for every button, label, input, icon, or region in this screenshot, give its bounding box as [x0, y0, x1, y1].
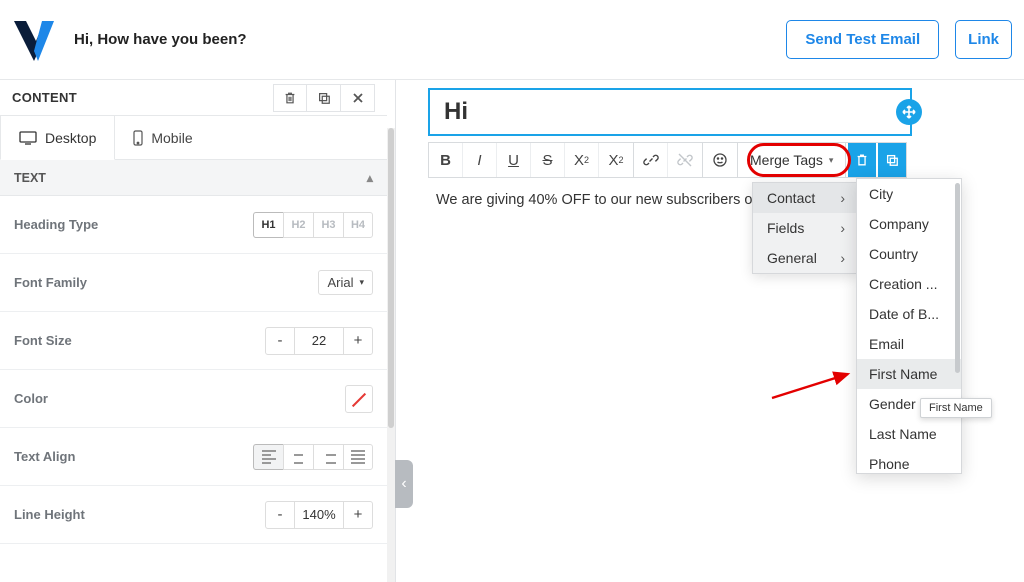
line-height-value[interactable]: 140%: [295, 501, 343, 529]
font-size-stepper[interactable]: - 22 +: [265, 327, 373, 355]
align-left-button[interactable]: [253, 444, 283, 470]
section-head-text[interactable]: TEXT ▴: [0, 160, 387, 196]
app-logo: [12, 17, 60, 63]
prop-text-align-label: Text Align: [14, 449, 75, 464]
chevron-down-icon: ▾: [829, 155, 834, 166]
merge-tags-label: Merge Tags: [750, 152, 823, 168]
prop-line-height-label: Line Height: [14, 507, 85, 522]
close-panel-button[interactable]: [341, 84, 375, 112]
delete-element-button[interactable]: [273, 84, 307, 112]
body-paragraph[interactable]: We are giving 40% OFF to our new subscri…: [436, 192, 773, 208]
link-icon: [643, 152, 659, 168]
align-center-button[interactable]: [283, 444, 313, 470]
menu-item-phone[interactable]: Phone: [857, 449, 961, 474]
font-size-value[interactable]: 22: [295, 327, 343, 355]
font-family-dropdown[interactable]: Arial ▾: [318, 270, 373, 295]
move-handle[interactable]: [896, 99, 922, 125]
font-size-decrement[interactable]: -: [265, 327, 295, 355]
chevron-up-icon: ▴: [367, 170, 373, 185]
prop-heading-type-label: Heading Type: [14, 217, 98, 232]
font-size-increment[interactable]: +: [343, 327, 373, 355]
subscript-button[interactable]: X2: [599, 143, 633, 177]
menu-item-contact[interactable]: Contact›: [753, 183, 857, 213]
copy-icon: [317, 91, 331, 105]
menu-item-dob[interactable]: Date of B...: [857, 299, 961, 329]
menu-item-creation[interactable]: Creation ...: [857, 269, 961, 299]
duplicate-element-button[interactable]: [307, 84, 341, 112]
desktop-icon: [19, 131, 37, 145]
heading-h1-option[interactable]: H1: [253, 212, 283, 238]
tab-desktop[interactable]: Desktop: [0, 116, 115, 160]
smile-icon: [712, 152, 728, 168]
menu-item-first-name[interactable]: First Name: [857, 359, 961, 389]
tab-mobile[interactable]: Mobile: [115, 116, 210, 159]
tab-label: Desktop: [45, 130, 96, 146]
selected-heading-block[interactable]: Hi: [428, 88, 912, 136]
heading-h4-option[interactable]: H4: [343, 212, 373, 238]
chevron-down-icon: ▾: [359, 277, 364, 288]
send-test-email-button[interactable]: Send Test Email: [786, 20, 939, 59]
underline-button[interactable]: U: [497, 143, 531, 177]
menu-item-country[interactable]: Country: [857, 239, 961, 269]
copy-icon: [885, 153, 899, 167]
annotation-arrow: [766, 366, 856, 406]
section-title: TEXT: [14, 171, 46, 185]
align-justify-button[interactable]: [343, 444, 373, 470]
page-title: Hi, How have you been?: [74, 30, 247, 50]
line-height-increment[interactable]: +: [343, 501, 373, 529]
sidebar-scrollbar[interactable]: [387, 128, 395, 582]
trash-icon: [283, 91, 297, 105]
menu-item-fields[interactable]: Fields›: [753, 213, 857, 243]
unlink-icon: [677, 152, 693, 168]
chevron-right-icon: ›: [840, 190, 845, 206]
link-button[interactable]: Link: [955, 20, 1012, 59]
heading-type-selector[interactable]: H1 H2 H3 H4: [253, 212, 373, 238]
menu-item-company[interactable]: Company: [857, 209, 961, 239]
tooltip: First Name: [920, 398, 992, 418]
prop-font-family-label: Font Family: [14, 275, 87, 290]
menu-item-last-name[interactable]: Last Name: [857, 419, 961, 449]
menu-item-city[interactable]: City: [857, 179, 961, 209]
merge-tags-contact-submenu: City Company Country Creation ... Date o…: [856, 178, 962, 474]
close-icon: [352, 92, 364, 104]
unlink-button[interactable]: [668, 143, 702, 177]
duplicate-block-button[interactable]: [878, 143, 906, 177]
chevron-right-icon: ›: [840, 220, 845, 236]
strikethrough-button[interactable]: S: [531, 143, 565, 177]
superscript-button[interactable]: X2: [565, 143, 599, 177]
menu-item-email[interactable]: Email: [857, 329, 961, 359]
heading-h3-option[interactable]: H3: [313, 212, 343, 238]
trash-icon: [855, 153, 869, 167]
text-toolbar: B I U S X2 X2 Merge Tags ▾: [428, 142, 907, 178]
color-picker[interactable]: [345, 385, 373, 413]
move-icon: [902, 105, 916, 119]
chevron-right-icon: ›: [840, 250, 845, 266]
tab-label: Mobile: [151, 130, 192, 146]
link-insert-button[interactable]: [634, 143, 668, 177]
menu-item-general[interactable]: General›: [753, 243, 857, 273]
merge-tags-button[interactable]: Merge Tags ▾: [738, 143, 846, 177]
delete-block-button[interactable]: [848, 143, 876, 177]
italic-button[interactable]: I: [463, 143, 497, 177]
submenu-scrollbar[interactable]: [955, 183, 960, 469]
panel-title: CONTENT: [12, 90, 77, 105]
merge-tags-category-menu: Contact› Fields› General›: [752, 182, 858, 274]
line-height-decrement[interactable]: -: [265, 501, 295, 529]
heading-text[interactable]: Hi: [444, 98, 468, 126]
bold-button[interactable]: B: [429, 143, 463, 177]
emoji-button[interactable]: [703, 143, 737, 177]
line-height-stepper[interactable]: - 140% +: [265, 501, 373, 529]
prop-color-label: Color: [14, 391, 48, 406]
heading-h2-option[interactable]: H2: [283, 212, 313, 238]
font-family-value: Arial: [327, 275, 353, 290]
mobile-icon: [133, 130, 143, 146]
prop-font-size-label: Font Size: [14, 333, 72, 348]
align-right-button[interactable]: [313, 444, 343, 470]
